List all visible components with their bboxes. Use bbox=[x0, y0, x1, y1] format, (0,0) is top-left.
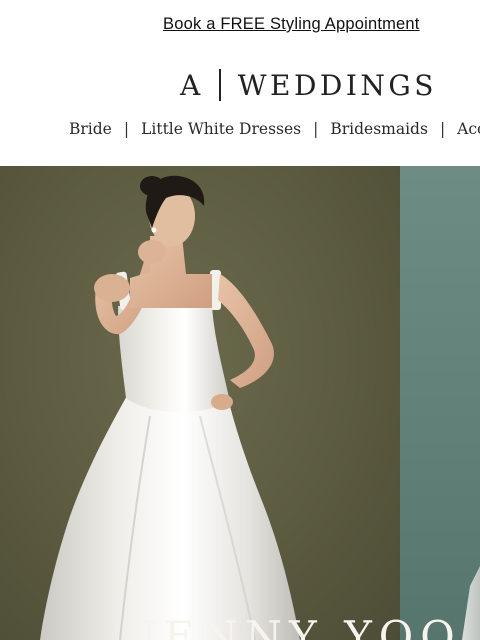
nav-item-bride[interactable]: Bride bbox=[69, 120, 112, 138]
email-page: Book a FREE Styling Appointment A WEDDIN… bbox=[0, 0, 480, 640]
nav-item-little-white-dresses[interactable]: Little White Dresses bbox=[141, 120, 301, 138]
brand-logo-divider bbox=[219, 69, 221, 101]
brand-logo-letter: A bbox=[180, 68, 202, 102]
nav-separator: | bbox=[439, 120, 446, 138]
nav-separator: | bbox=[123, 120, 130, 138]
category-nav: Bride | Little White Dresses | Bridesmai… bbox=[69, 120, 480, 138]
nav-item-bridesmaids[interactable]: Bridesmaids bbox=[330, 120, 428, 138]
brand-logo[interactable]: A WEDDINGS bbox=[180, 68, 437, 102]
nav-separator: | bbox=[313, 120, 319, 138]
brand-logo-word: WEDDINGS bbox=[237, 68, 437, 102]
hero-bride-photo bbox=[40, 175, 480, 640]
hero-title: JENNY YOO bbox=[140, 612, 462, 640]
book-styling-appointment-link[interactable]: Book a FREE Styling Appointment bbox=[163, 15, 420, 34]
nav-item-accessories[interactable]: Acces bbox=[457, 120, 480, 138]
hero-banner[interactable]: JENNY YOO bbox=[0, 166, 480, 640]
